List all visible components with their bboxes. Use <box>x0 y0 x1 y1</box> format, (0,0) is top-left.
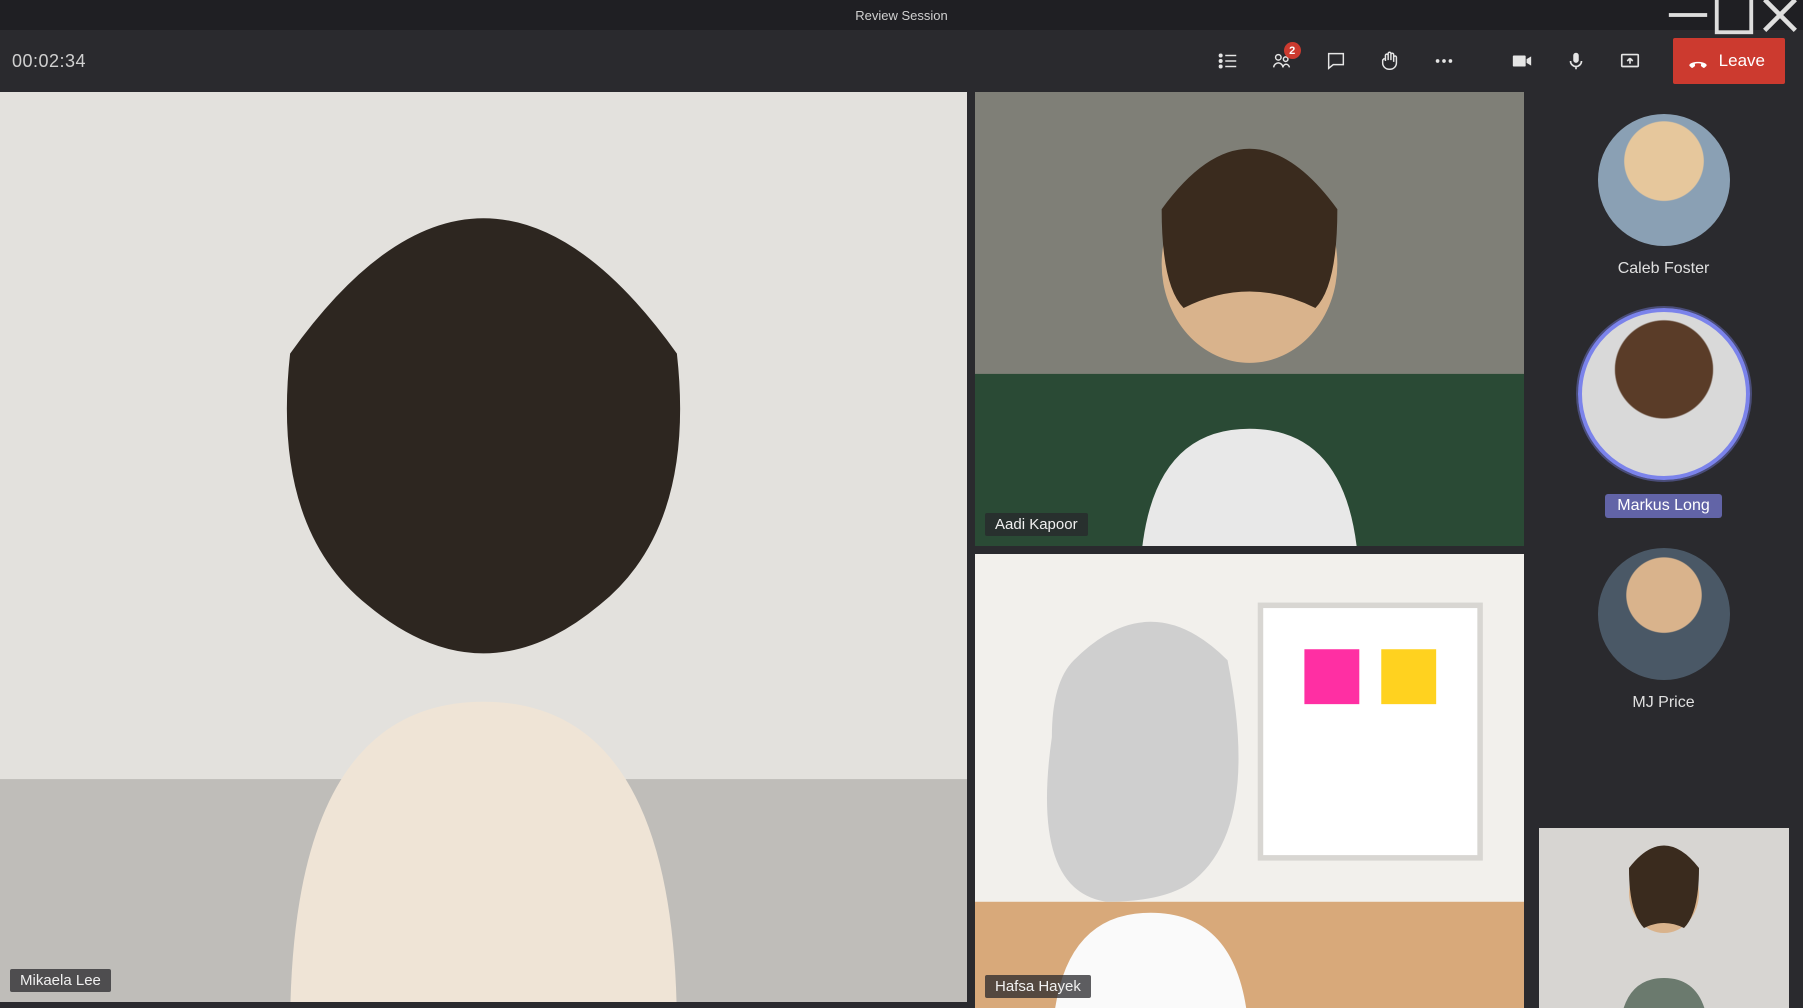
leave-label: Leave <box>1719 51 1765 71</box>
video-placeholder <box>975 92 1524 546</box>
video-tile-main[interactable]: Mikaela Lee <box>0 92 967 1002</box>
participant-name: MJ Price <box>1632 694 1694 712</box>
participant-mini-0[interactable]: Caleb Foster <box>1598 114 1730 278</box>
people-badge: 2 <box>1284 42 1301 59</box>
titlebar: Review Session <box>0 0 1803 30</box>
participant-mini-1[interactable]: Markus Long <box>1578 308 1750 518</box>
share-screen-icon[interactable] <box>1605 38 1655 84</box>
participant-name: Caleb Foster <box>1618 260 1710 278</box>
secondary-stack: Aadi Kapoor Hafsa Hayek <box>975 92 1524 1008</box>
raise-hand-icon[interactable] <box>1365 38 1415 84</box>
video-tile-secondary-0[interactable]: Aadi Kapoor <box>975 92 1524 546</box>
camera-icon[interactable] <box>1497 38 1547 84</box>
people-icon[interactable]: 2 <box>1257 38 1307 84</box>
call-timer: 00:02:34 <box>12 51 86 72</box>
video-placeholder <box>0 92 967 1002</box>
maximize-button[interactable] <box>1711 0 1757 30</box>
meeting-toolbar: 00:02:34 2 <box>0 30 1803 92</box>
video-tile-thumbnail[interactable] <box>1539 828 1789 1008</box>
video-name-tag: Mikaela Lee <box>10 969 111 992</box>
more-options-icon[interactable] <box>1419 38 1469 84</box>
video-name-tag: Aadi Kapoor <box>985 513 1088 536</box>
avatar <box>1598 548 1730 680</box>
toolbar-actions: 2 <box>1203 38 1785 84</box>
leave-button[interactable]: Leave <box>1673 38 1785 84</box>
video-placeholder <box>975 554 1524 1008</box>
window-controls <box>1665 0 1803 30</box>
video-name-tag: Hafsa Hayek <box>985 975 1091 998</box>
avatar <box>1598 114 1730 246</box>
meeting-stage: Mikaela Lee Aadi Kapoor <box>0 92 1803 1008</box>
participants-list-icon[interactable] <box>1203 38 1253 84</box>
microphone-icon[interactable] <box>1551 38 1601 84</box>
participant-mini-2[interactable]: MJ Price <box>1598 548 1730 712</box>
chat-icon[interactable] <box>1311 38 1361 84</box>
video-tile-secondary-1[interactable]: Hafsa Hayek <box>975 554 1524 1008</box>
window-title: Review Session <box>855 8 948 23</box>
video-placeholder <box>1539 828 1789 1008</box>
close-button[interactable] <box>1757 0 1803 30</box>
participants-sidebar: Caleb Foster Markus Long MJ Price <box>1524 92 1803 1008</box>
participant-name: Markus Long <box>1605 494 1722 518</box>
avatar <box>1578 308 1750 480</box>
minimize-button[interactable] <box>1665 0 1711 30</box>
